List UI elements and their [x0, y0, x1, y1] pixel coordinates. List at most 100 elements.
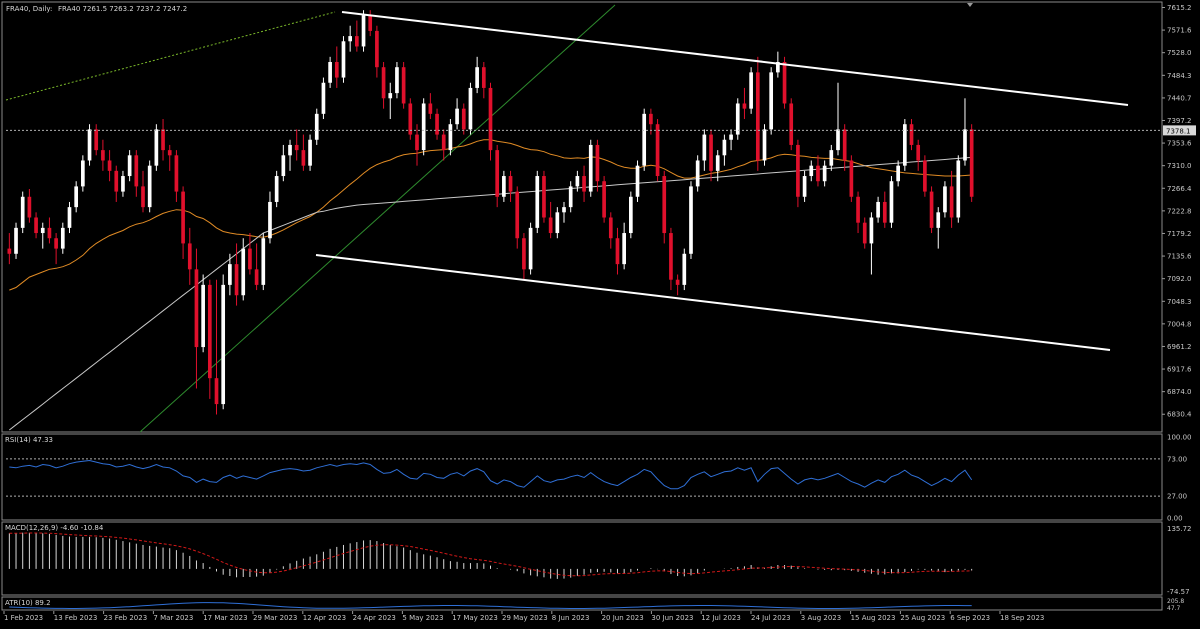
chart-window[interactable]: 7615.2 7571.6 7528.0 7484.3 7440.7 7397.2 7353… — [0, 0, 1200, 625]
candle-body — [154, 129, 159, 166]
candle-body — [468, 87, 473, 130]
candle-body — [194, 269, 199, 348]
date-tick-label: 17 May 2023 — [452, 614, 498, 622]
candle-body — [254, 269, 259, 285]
price-tick-label: 7179.2 — [1167, 230, 1192, 238]
candle-body — [715, 155, 720, 171]
candle-body — [916, 144, 921, 161]
candle-body — [522, 238, 526, 270]
candle-body — [361, 15, 366, 47]
candle-body — [876, 201, 880, 218]
candle-body — [769, 72, 774, 130]
candle-body — [435, 113, 439, 135]
candle-body — [682, 253, 687, 285]
candle-body — [729, 134, 733, 140]
candle-body — [34, 217, 38, 234]
price-tick-label: 7440.7 — [1167, 94, 1192, 102]
price-tick-label: 7048.3 — [1167, 298, 1192, 306]
date-tick-label: 3 Aug 2023 — [801, 614, 841, 622]
date-tick-label: 8 Jun 2023 — [552, 614, 590, 622]
candle-body — [575, 176, 580, 187]
date-tick-label: 5 May 2023 — [402, 614, 443, 622]
candle-body — [274, 176, 279, 202]
candle-body — [695, 160, 700, 187]
candle-body — [67, 207, 72, 228]
candle-body — [308, 139, 312, 166]
candle-body — [969, 129, 974, 197]
rsi-tick-label: 27.00 — [1167, 493, 1187, 501]
candle-body — [234, 264, 239, 296]
candle-body — [301, 150, 306, 166]
candle-body — [27, 196, 32, 218]
date-tick-label: 23 Feb 2023 — [104, 614, 148, 622]
candle-body — [355, 36, 359, 47]
candle-body — [268, 201, 272, 239]
candle-body — [782, 62, 787, 104]
price-tick-label: 7222.8 — [1167, 207, 1192, 215]
candle-body — [675, 279, 680, 285]
candle-body — [822, 165, 827, 182]
price-tick-label: 7528.0 — [1167, 49, 1192, 57]
atr-tick-label: 205.8 — [1167, 598, 1184, 605]
macd-tick-label: -74.57 — [1167, 588, 1190, 596]
candle-body — [94, 129, 99, 151]
candle-body — [816, 165, 820, 182]
candle-body — [508, 176, 513, 192]
candle-body — [201, 284, 205, 348]
candle-body — [836, 129, 840, 151]
candle-body — [862, 222, 867, 244]
candle-body — [334, 62, 339, 78]
candle-body — [669, 233, 673, 280]
date-tick-label: 7 Mar 2023 — [153, 614, 193, 622]
candle-body — [642, 113, 647, 166]
candle-body — [829, 150, 834, 166]
date-tick-label: 1 Feb 2023 — [4, 614, 43, 622]
candle-body — [749, 72, 753, 109]
candle-body — [568, 186, 573, 208]
macd-tick-label: 135.72 — [1167, 525, 1192, 533]
candle-body — [963, 129, 967, 161]
candle-body — [107, 160, 112, 171]
chart-canvas[interactable]: 7615.2 7571.6 7528.0 7484.3 7440.7 7397.2 7353… — [0, 0, 1200, 625]
candle-body — [889, 181, 894, 223]
candle-body — [896, 165, 900, 182]
candle-body — [314, 113, 319, 140]
candle-body — [328, 62, 332, 83]
candle-body — [475, 67, 479, 88]
date-tick-label: 18 Sep 2023 — [1000, 614, 1044, 622]
candle-body — [228, 264, 232, 285]
candle-body — [54, 238, 58, 249]
candle-body — [481, 67, 486, 88]
candle-body — [455, 108, 459, 125]
candle-body — [662, 176, 667, 234]
candle-body — [281, 155, 286, 177]
background — [0, 0, 1200, 625]
candle-body — [375, 30, 379, 68]
candle-body — [428, 103, 433, 114]
candle-body — [7, 248, 12, 254]
candle-body — [956, 160, 961, 218]
candle-body — [842, 129, 847, 161]
candle-body — [248, 248, 252, 270]
macd-title: MACD(12,26,9) -4.60 -10.84 — [5, 524, 104, 532]
price-tick-label: 7571.6 — [1167, 27, 1192, 35]
candle-body — [515, 191, 520, 239]
date-tick-label: 29 May 2023 — [502, 614, 548, 622]
candle-body — [221, 284, 226, 405]
price-tick-label: 7004.8 — [1167, 320, 1192, 328]
date-tick-label: 12 Apr 2023 — [303, 614, 346, 622]
candle-body — [789, 103, 794, 145]
candle-body — [929, 191, 934, 228]
candle-body — [869, 217, 874, 244]
candle-body — [321, 82, 326, 114]
ohlc-readout: FRA40 7261.5 7263.2 7237.2 7247.2 — [58, 5, 187, 13]
candle-body — [882, 201, 887, 223]
chart-symbol: FRA40, Daily: — [6, 5, 52, 13]
candle-body — [441, 134, 446, 151]
candle-body — [348, 36, 352, 42]
candle-body — [502, 176, 506, 197]
price-tick-label: 6830.4 — [1167, 411, 1192, 419]
candle-body — [622, 233, 626, 265]
candle-body — [341, 41, 346, 78]
atr-tick-label: 47.7 — [1167, 605, 1181, 612]
